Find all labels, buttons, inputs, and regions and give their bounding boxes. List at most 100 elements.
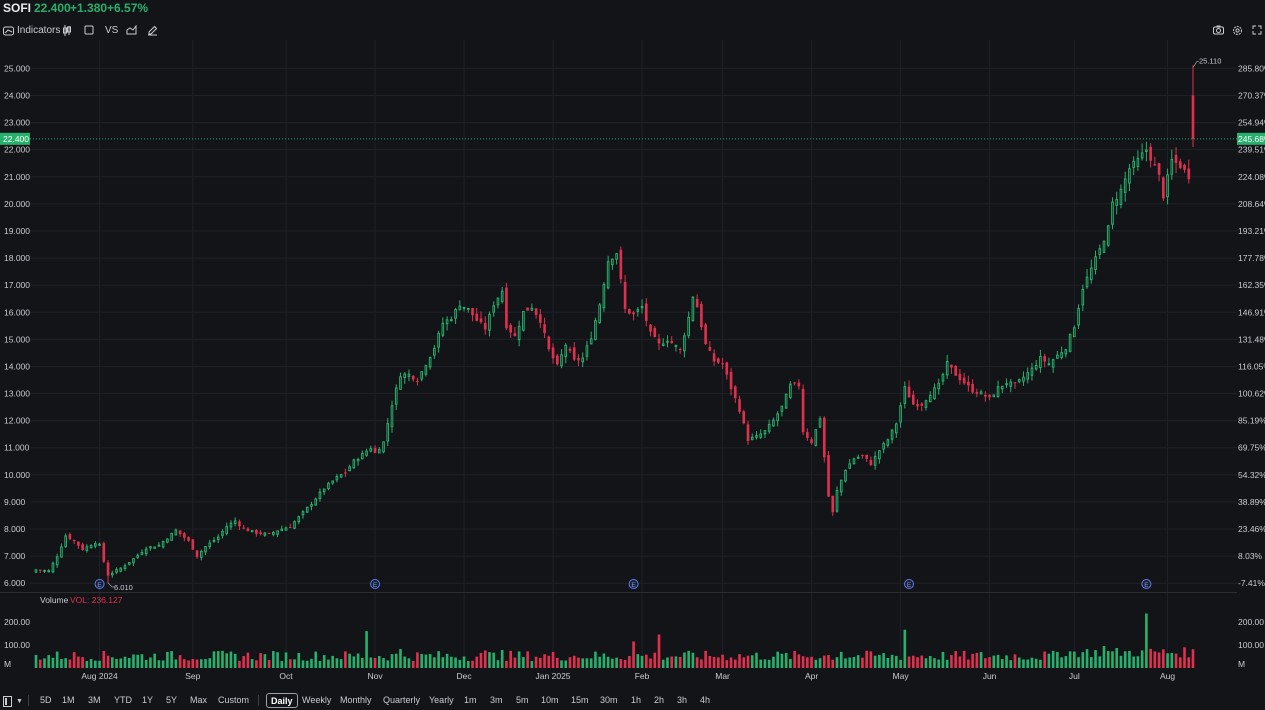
volume-bar [187, 660, 190, 668]
candle-body [356, 458, 360, 462]
candle-body [831, 495, 835, 513]
earnings-marker[interactable]: E [628, 579, 639, 590]
interval-3h-button[interactable]: 3h [673, 693, 691, 708]
candle-body [344, 472, 347, 474]
interval-1m-button[interactable]: 1m [460, 693, 481, 708]
volume-bar [1170, 652, 1174, 668]
candle-body [433, 347, 436, 356]
candle-body [72, 539, 76, 542]
earnings-marker-label: E [97, 582, 102, 589]
volume-bar [1128, 650, 1131, 668]
volume-bar [755, 652, 758, 668]
candle [526, 307, 529, 311]
volume-bar [394, 653, 398, 668]
range-ytd-button[interactable]: YTD [110, 693, 136, 708]
candle [916, 399, 919, 411]
range-1y-button[interactable]: 1Y [138, 693, 157, 708]
earnings-marker[interactable]: E [370, 579, 381, 590]
interval-5m-button[interactable]: 5m [512, 693, 533, 708]
range-1m-button[interactable]: 1M [58, 693, 79, 708]
interval-4h-button[interactable]: 4h [696, 693, 714, 708]
candle [721, 357, 724, 369]
candle-body [437, 332, 440, 348]
interval-15m-button[interactable]: 15m [567, 693, 593, 708]
volume-bar [98, 660, 101, 668]
candle-body [89, 545, 93, 549]
time-tick-label: May [893, 671, 910, 681]
interval-30m-button[interactable]: 30m [596, 693, 622, 708]
candle-body [43, 569, 46, 572]
volume-bar [255, 660, 258, 668]
candle [310, 501, 313, 511]
divider [258, 695, 259, 706]
candle [132, 558, 135, 567]
volume-bar [564, 660, 568, 668]
candle [1081, 284, 1085, 312]
candle [1017, 378, 1021, 384]
candle [924, 399, 928, 411]
candle [911, 390, 915, 406]
interval-1h-button[interactable]: 1h [627, 693, 645, 708]
candle [666, 335, 669, 348]
earnings-marker[interactable]: E [94, 579, 105, 590]
candle [301, 510, 305, 519]
volume-bar [335, 658, 339, 668]
candle-body [704, 324, 707, 345]
candle-body [85, 546, 89, 551]
candle-body [267, 532, 271, 534]
candle [1073, 325, 1076, 338]
candle-body [1043, 356, 1046, 362]
candle [110, 570, 114, 578]
candle-body [1030, 367, 1034, 376]
volume-bar [348, 653, 351, 668]
candle [1123, 171, 1127, 202]
volume-bar [1183, 647, 1186, 668]
interval-2h-button[interactable]: 2h [650, 693, 668, 708]
candle [636, 307, 640, 317]
volume-bar [136, 654, 140, 668]
earnings-marker[interactable]: E [1141, 579, 1152, 590]
interval-3m-button[interactable]: 3m [486, 693, 507, 708]
volume-bar [848, 657, 852, 668]
price-chart[interactable]: 25.000 24.000 23.000 22.000 21.000 20.000 19.0… [0, 0, 1265, 690]
price-tick-label: 9.000 [4, 497, 26, 507]
time-tick-label: Oct [279, 671, 293, 681]
interval-monthly-button[interactable]: Monthly [336, 693, 376, 708]
interval-daily-button[interactable]: Daily [266, 693, 298, 708]
candle-body [954, 365, 957, 376]
candle-body [229, 522, 233, 528]
interval-weekly-button[interactable]: Weekly [298, 693, 335, 708]
candle [649, 323, 652, 337]
volume-bar [72, 652, 76, 668]
range-5d-button[interactable]: 5D [36, 693, 56, 708]
volume-bar [411, 660, 415, 668]
candle [725, 361, 729, 380]
volume-bar [954, 651, 957, 668]
earnings-marker[interactable]: E [904, 579, 915, 590]
volume-bar [373, 657, 377, 668]
candle [475, 307, 479, 322]
earnings-marker-label: E [373, 582, 378, 589]
candle [242, 524, 245, 530]
layout-toggle-button[interactable]: ▼ [3, 693, 23, 709]
volume-bar [1166, 653, 1169, 668]
interval-10m-button[interactable]: 10m [537, 693, 563, 708]
interval-yearly-button[interactable]: Yearly [425, 693, 458, 708]
candle [577, 354, 580, 367]
range-max-button[interactable]: Max [186, 693, 211, 708]
interval-quarterly-button[interactable]: Quarterly [379, 693, 424, 708]
candle-body [166, 538, 169, 543]
candle-body [1166, 174, 1169, 198]
candle [746, 420, 750, 445]
candle [199, 549, 203, 561]
range-custom-button[interactable]: Custom [214, 693, 253, 708]
candle-body [962, 377, 966, 384]
candle-body [1026, 372, 1030, 380]
candle [560, 349, 563, 369]
candle-body [1081, 289, 1085, 306]
candle [738, 395, 741, 414]
range-3m-button[interactable]: 3M [84, 693, 105, 708]
volume-bar [166, 651, 169, 668]
time-tick-label: Jul [1069, 671, 1080, 681]
range-5y-button[interactable]: 5Y [162, 693, 181, 708]
